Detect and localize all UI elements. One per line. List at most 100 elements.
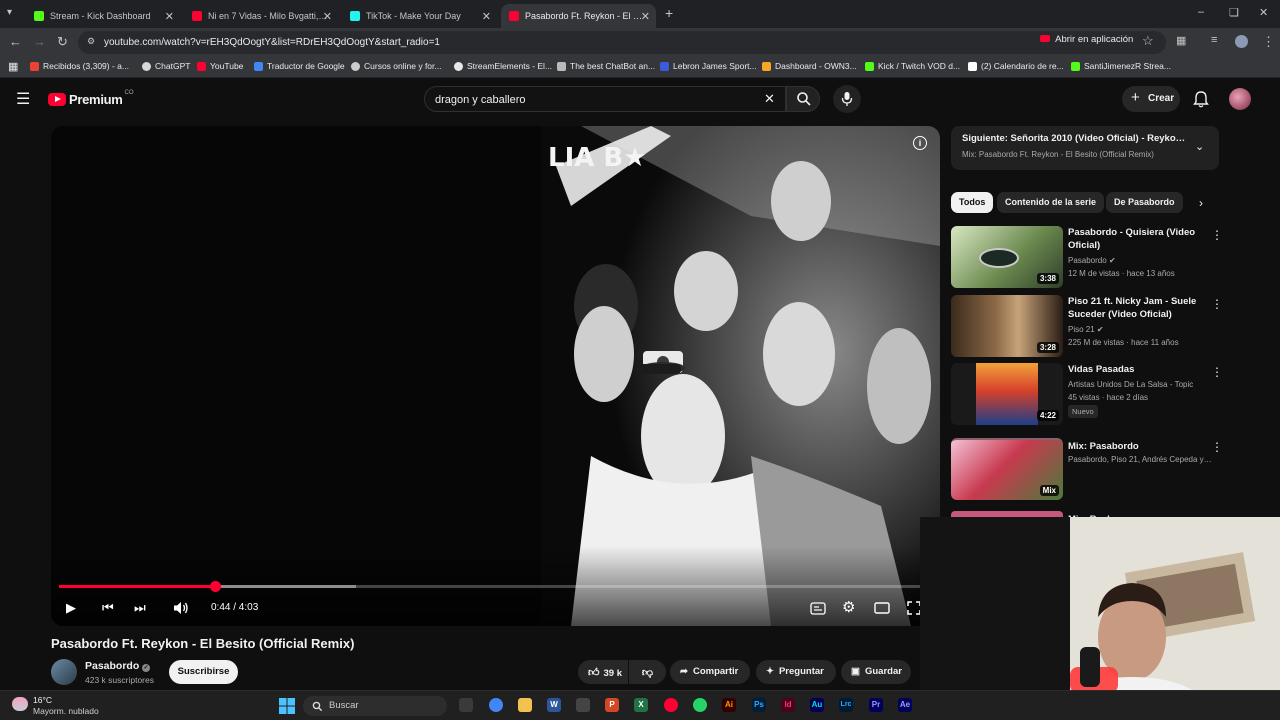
chevron-down-icon[interactable]: ⌄ [1195, 140, 1204, 153]
tab-tiktok[interactable]: TikTok - Make Your Day ✕ [342, 4, 497, 28]
play-icon[interactable]: ▶ [66, 600, 76, 616]
up-next-panel[interactable]: Siguiente: Señorita 2010 (Video Oficial)… [951, 126, 1219, 170]
progress-bar[interactable] [59, 581, 921, 592]
close-window-icon[interactable]: ✕ [1259, 6, 1268, 19]
bookmark-item[interactable]: StreamElements - El... [454, 61, 552, 71]
bookmark-item[interactable]: Cursos online y for... [351, 61, 441, 71]
profile-avatar[interactable] [1235, 35, 1248, 48]
chrome-menu-icon[interactable]: ⋮ [1262, 34, 1275, 50]
share-button[interactable]: ➦ Compartir [670, 660, 750, 684]
bookmark-item[interactable]: ChatGPT [142, 61, 190, 71]
tab-kick-dashboard[interactable]: Stream - Kick Dashboard ✕ [26, 4, 180, 28]
search-input[interactable]: dragon y caballero ✕ [424, 86, 786, 112]
app-icon[interactable] [576, 698, 590, 712]
after-effects-icon[interactable]: Ae [898, 698, 912, 712]
save-button[interactable]: ▣ Guardar [841, 660, 911, 684]
ask-button[interactable]: ✦ Preguntar [756, 660, 836, 684]
bookmark-star-icon[interactable]: ☆ [1142, 33, 1154, 49]
whatsapp-icon[interactable] [693, 698, 707, 712]
search-button[interactable] [786, 86, 820, 112]
opera-icon[interactable] [664, 698, 678, 712]
excel-icon[interactable]: X [634, 698, 648, 712]
theater-mode-icon[interactable] [874, 602, 890, 614]
reading-list-icon[interactable]: ≡ [1211, 34, 1217, 46]
tab-search-icon[interactable]: ▾ [7, 7, 12, 18]
close-tab-icon[interactable]: ✕ [323, 10, 332, 23]
chip-de-pasabordo[interactable]: De Pasabordo [1106, 192, 1183, 213]
more-options-icon[interactable]: ⋮ [1211, 440, 1223, 454]
bookmark-item[interactable]: The best ChatBot an... [557, 61, 655, 71]
recommendation-item[interactable]: 3:38 Pasabordo - Quisiera (Video Oficial… [951, 226, 1223, 290]
scrubber-handle[interactable] [210, 581, 222, 592]
back-icon[interactable]: ← [9, 34, 22, 49]
recommendation-item[interactable]: 3:28 Piso 21 ft. Nicky Jam - Suele Suced… [951, 295, 1223, 359]
volume-icon[interactable] [173, 601, 189, 615]
user-avatar[interactable] [1229, 88, 1251, 110]
fullscreen-icon[interactable] [907, 601, 921, 615]
audition-icon[interactable]: Au [810, 698, 824, 712]
bookmark-item[interactable]: Kick / Twitch VOD d... [865, 61, 960, 71]
subtitles-icon[interactable] [810, 602, 826, 615]
chip-todos[interactable]: Todos [951, 192, 994, 213]
word-icon[interactable]: W [547, 698, 561, 712]
recommendation-item[interactable]: Mix Mix: Pasabordo Pasabordo, Piso 21, A… [951, 438, 1223, 502]
video-info-icon[interactable]: i [913, 136, 927, 150]
new-tab-icon[interactable]: + [665, 5, 673, 21]
bookmark-item[interactable]: Recibidos (3,309) - a... [30, 61, 129, 71]
video-thumbnail[interactable]: 4:22 [951, 363, 1063, 425]
bookmark-item[interactable]: Dashboard - OWN3... [762, 61, 857, 71]
close-tab-icon[interactable]: ✕ [482, 10, 491, 23]
reload-icon[interactable]: ↻ [57, 34, 68, 50]
forward-icon[interactable]: → [33, 34, 46, 49]
channel-avatar[interactable] [51, 659, 77, 685]
illustrator-icon[interactable]: Ai [722, 698, 736, 712]
like-button[interactable]: 👍︎ 39 k [578, 660, 628, 684]
settings-gear-icon[interactable]: ⚙ [842, 598, 855, 616]
create-button[interactable]: + Crear [1122, 86, 1180, 112]
premiere-icon[interactable]: Pr [869, 698, 883, 712]
photoshop-icon[interactable]: Ps [752, 698, 766, 712]
video-thumbnail[interactable]: 3:28 [951, 295, 1063, 357]
more-options-icon[interactable]: ⋮ [1211, 228, 1223, 242]
file-explorer-icon[interactable] [518, 698, 532, 712]
more-options-icon[interactable]: ⋮ [1211, 365, 1223, 379]
youtube-logo[interactable]: Premium CO [48, 90, 134, 107]
voice-search-button[interactable] [833, 85, 861, 113]
apps-grid-icon[interactable]: ▦ [8, 60, 18, 73]
indesign-icon[interactable]: Id [781, 698, 795, 712]
recommendation-item[interactable]: 4:22 Vidas Pasadas Artistas Unidos De La… [951, 363, 1223, 427]
close-tab-icon[interactable]: ✕ [641, 10, 650, 23]
video-player[interactable]: LIA B★ i ▶ ⏮ ⏭ 0:44 / 4:03 ⚙ [51, 126, 940, 626]
taskbar-search-input[interactable]: Buscar [303, 696, 447, 716]
tab-ni-en-7-vidas[interactable]: Ni en 7 Vidas - Milo Bvgatti, Al ✕ [184, 4, 338, 28]
chrome-icon[interactable] [489, 698, 503, 712]
channel-name[interactable]: Pasabordo ✓ [85, 660, 151, 672]
chip-series-content[interactable]: Contenido de la serie [997, 192, 1105, 213]
chevron-right-icon[interactable]: › [1199, 196, 1203, 210]
menu-icon[interactable]: ☰ [16, 89, 30, 109]
next-icon[interactable]: ⏭ [134, 600, 146, 616]
minimize-window-icon[interactable]: – [1198, 6, 1204, 18]
open-in-app-button[interactable]: Abrir en aplicación [1040, 34, 1133, 45]
bookmark-item[interactable]: (2) Calendario de re... [968, 61, 1064, 71]
restore-window-icon[interactable]: ❏ [1229, 6, 1239, 19]
address-bar[interactable]: ⚙ youtube.com/watch?v=rEH3QdOogtY&list=R… [78, 31, 1166, 54]
powerpoint-icon[interactable]: P [605, 698, 619, 712]
windows-start-icon[interactable] [279, 698, 295, 714]
extensions-icon[interactable]: ▦ [1176, 34, 1186, 47]
notifications-bell-icon[interactable] [1193, 90, 1209, 108]
site-info-icon[interactable]: ⚙ [87, 36, 95, 47]
weather-icon[interactable] [12, 697, 28, 711]
subscribe-button[interactable]: Suscribirse [169, 660, 238, 684]
bookmark-item[interactable]: YouTube [197, 61, 243, 71]
bookmark-item[interactable]: SantiJimenezR Strea... [1071, 61, 1171, 71]
tab-pasabordo-active[interactable]: Pasabordo Ft. Reykon - El Besit ✕ [501, 4, 656, 28]
dislike-button[interactable]: 👎︎ [629, 660, 666, 684]
bookmark-item[interactable]: Traductor de Google [254, 61, 345, 71]
more-options-icon[interactable]: ⋮ [1211, 297, 1223, 311]
task-view-icon[interactable] [459, 698, 473, 712]
bookmark-item[interactable]: Lebron James Sport... [660, 61, 757, 71]
clear-search-icon[interactable]: ✕ [764, 91, 775, 107]
lightroom-classic-icon[interactable]: Lrc [839, 698, 853, 712]
video-thumbnail[interactable]: 3:38 [951, 226, 1063, 288]
